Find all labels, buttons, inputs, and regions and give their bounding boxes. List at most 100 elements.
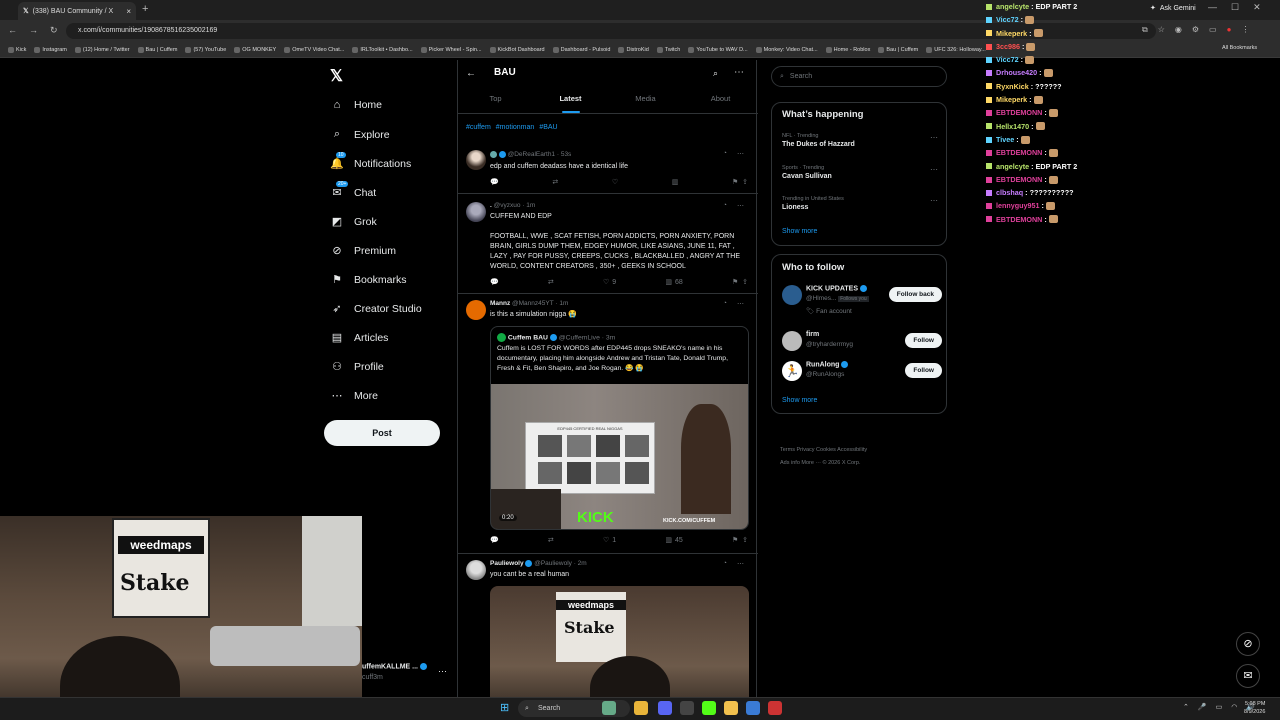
mail-icon[interactable] (746, 701, 760, 715)
bookmark-item[interactable]: DistroKid (618, 46, 649, 53)
maximize-icon[interactable]: ☐ (1231, 2, 1239, 13)
nav-item-grok[interactable]: ◩ Grok (330, 215, 377, 229)
retweet-icon[interactable]: ⇄ (548, 278, 554, 286)
tweet[interactable]: Pauliewoly @Pauliewoly · 2m ◔ ⋯ you cant … (458, 554, 758, 720)
nav-item-chat[interactable]: ✉ 20+ Chat (330, 181, 376, 199)
back-arrow-icon[interactable]: ← (466, 68, 476, 79)
tweet[interactable]: @DeRealEarth1 · 53s ◔ ⋯ edp and cuffem de… (458, 142, 758, 194)
bookmark-icon[interactable]: ⚑ ⇪ (732, 536, 748, 544)
follow-button[interactable]: Follow (905, 363, 942, 378)
like-icon[interactable]: ♡ 9 (603, 278, 616, 287)
all-bookmarks-button[interactable]: All Bookmarks (1222, 45, 1257, 51)
tray-chevron-icon[interactable]: ⌃ (1183, 703, 1189, 711)
widget-icon[interactable] (602, 701, 616, 715)
tab-latest[interactable]: Latest (533, 88, 608, 113)
reply-icon[interactable]: 💬 (490, 536, 499, 544)
tweet[interactable]: . @vyzxuo · 1m ◔ ⋯ CUFFEM AND EDP FOOTBAL… (458, 194, 758, 294)
bookmark-item[interactable]: IRLToolkit • Dashbo... (352, 46, 413, 53)
avatar[interactable] (782, 285, 802, 305)
tweet[interactable]: Mannz @Mannz45YT · 1m ◔ ⋯ is this a simul… (458, 294, 758, 554)
bookmark-item[interactable]: UFC 326: Holloway... (926, 46, 986, 53)
extension-icon[interactable]: ◉ (1175, 25, 1182, 35)
bookmark-item[interactable]: Instagram (34, 46, 67, 53)
browser-tab[interactable]: 𝕏 (338) BAU Community / X × (18, 2, 136, 20)
bookmark-item[interactable]: (12) Home / Twitter (74, 46, 130, 53)
chrome-profile-icon[interactable] (768, 701, 782, 715)
views-icon[interactable]: ▥ (672, 178, 679, 186)
trend-item[interactable]: Sports · Trending Cavan Sullivan ⋯ (782, 165, 938, 180)
close-window-icon[interactable]: ✕ (1253, 2, 1261, 13)
extension-icon[interactable]: ▭ (1216, 703, 1223, 711)
search-icon[interactable]: ⌕ (713, 68, 718, 79)
grok-float-icon[interactable]: ⊘ (1236, 632, 1260, 656)
search-input[interactable]: ⌕ Search (771, 66, 947, 87)
footer-line-2[interactable]: Ads info More ··· © 2026 X Corp. (780, 457, 940, 470)
nav-item-home[interactable]: ⌂ Home (330, 99, 382, 111)
grok-icon[interactable]: ◔ (723, 150, 727, 158)
tab-media[interactable]: Media (608, 88, 683, 113)
grok-icon[interactable]: ◔ (723, 560, 727, 568)
footer-line-1[interactable]: Terms Privacy Cookies Accessibility (780, 444, 940, 457)
minimize-icon[interactable]: — (1208, 2, 1217, 13)
bookmark-item[interactable]: Picker Wheel - Spin... (420, 46, 482, 53)
bookmark-icon[interactable]: ⚑ ⇪ (732, 178, 748, 186)
back-arrow-icon[interactable]: ← (8, 25, 17, 36)
bookmark-item[interactable]: Dashboard - Pulsoid (552, 46, 610, 53)
tab-close-icon[interactable]: × (126, 7, 131, 16)
follow-suggestion[interactable]: KICK UPDATES @Hlmes... Follows you 🏷 Fan… (782, 283, 942, 315)
avatar[interactable] (466, 560, 486, 580)
more-options-icon[interactable]: ⋯ (737, 560, 744, 568)
profile-avatar-icon[interactable]: ● (1227, 25, 1232, 35)
more-options-icon[interactable]: ⋯ (737, 300, 744, 308)
hashtag-link[interactable]: #BAU (539, 124, 557, 131)
avatar[interactable] (466, 150, 486, 170)
nav-item-more[interactable]: ⋯ More (330, 389, 378, 403)
bookmark-item[interactable]: Bau | Cuffem (878, 46, 918, 53)
follow-suggestion[interactable]: firm @tryharderrmyg Follow (782, 329, 942, 355)
more-options-icon[interactable]: ⋯ (930, 196, 938, 205)
reply-icon[interactable]: 💬 (490, 278, 499, 286)
follow-button[interactable]: Follow (905, 333, 942, 348)
bookmark-item[interactable]: Bau | Cuffem (137, 46, 177, 53)
star-icon[interactable]: ☆ (1158, 25, 1165, 35)
show-more-link[interactable]: Show more (782, 228, 817, 235)
like-icon[interactable]: ♡ (612, 178, 618, 186)
bookmark-item[interactable]: Monkey: Video Chat... (755, 46, 818, 53)
tab-about[interactable]: About (683, 88, 758, 113)
bookmark-item[interactable]: OmeTV Video Chat... (284, 46, 344, 53)
like-icon[interactable]: ♡ 1 (603, 536, 616, 545)
bookmark-item[interactable]: OG MONKEY (234, 46, 276, 53)
grok-icon[interactable]: ◔ (723, 300, 727, 308)
bookmark-item[interactable]: (57) YouTube (185, 46, 226, 53)
retweet-icon[interactable]: ⇄ (552, 178, 558, 186)
quoted-tweet[interactable]: Cuffem BAU @CuffemLive · 3m Cuffem is LO… (490, 326, 749, 530)
runner-avatar-icon[interactable]: 🏃 (782, 361, 802, 381)
more-options-icon[interactable]: ⋯ (737, 202, 744, 210)
reload-icon[interactable]: ↻ (50, 25, 58, 36)
kick-app-icon[interactable] (702, 701, 716, 715)
nav-item-notifications[interactable]: 🔔 10 Notifications (330, 152, 411, 170)
nav-item-articles[interactable]: ▤ Articles (330, 331, 389, 345)
more-options-icon[interactable]: ⋯ (734, 67, 744, 78)
more-options-icon[interactable]: ⋯ (930, 133, 938, 142)
account-switcher[interactable]: uffemKALLME ... cuff3m ⋯ (362, 660, 457, 690)
clock[interactable]: 5:08 PM 8/9/2026 (1244, 700, 1265, 716)
nav-item-creator-studio[interactable]: ➶ Creator Studio (330, 302, 421, 316)
split-icon[interactable]: ▭ (1209, 25, 1217, 35)
ask-gemini-button[interactable]: ✦ Ask Gemini (1150, 4, 1196, 13)
x-logo-icon[interactable]: 𝕏 (330, 66, 343, 86)
avatar[interactable] (782, 331, 802, 351)
avatar[interactable] (466, 300, 486, 320)
bookmark-item[interactable]: Twitch (656, 46, 680, 53)
discord-icon[interactable] (658, 701, 672, 715)
forward-arrow-icon[interactable]: → (29, 25, 38, 36)
new-tab-button[interactable]: + (142, 3, 148, 15)
messages-float-icon[interactable]: ✉ (1236, 664, 1260, 688)
bookmark-item[interactable]: YouTube to WAV D... (688, 46, 748, 53)
nav-item-profile[interactable]: ⚇ Profile (330, 360, 384, 374)
bookmark-icon[interactable]: ⚑ ⇪ (732, 278, 748, 286)
nav-item-explore[interactable]: ⌕ Explore (330, 128, 390, 141)
avatar[interactable] (466, 202, 486, 222)
menu-icon[interactable]: ⋮ (1241, 25, 1249, 35)
show-more-link[interactable]: Show more (782, 397, 817, 404)
